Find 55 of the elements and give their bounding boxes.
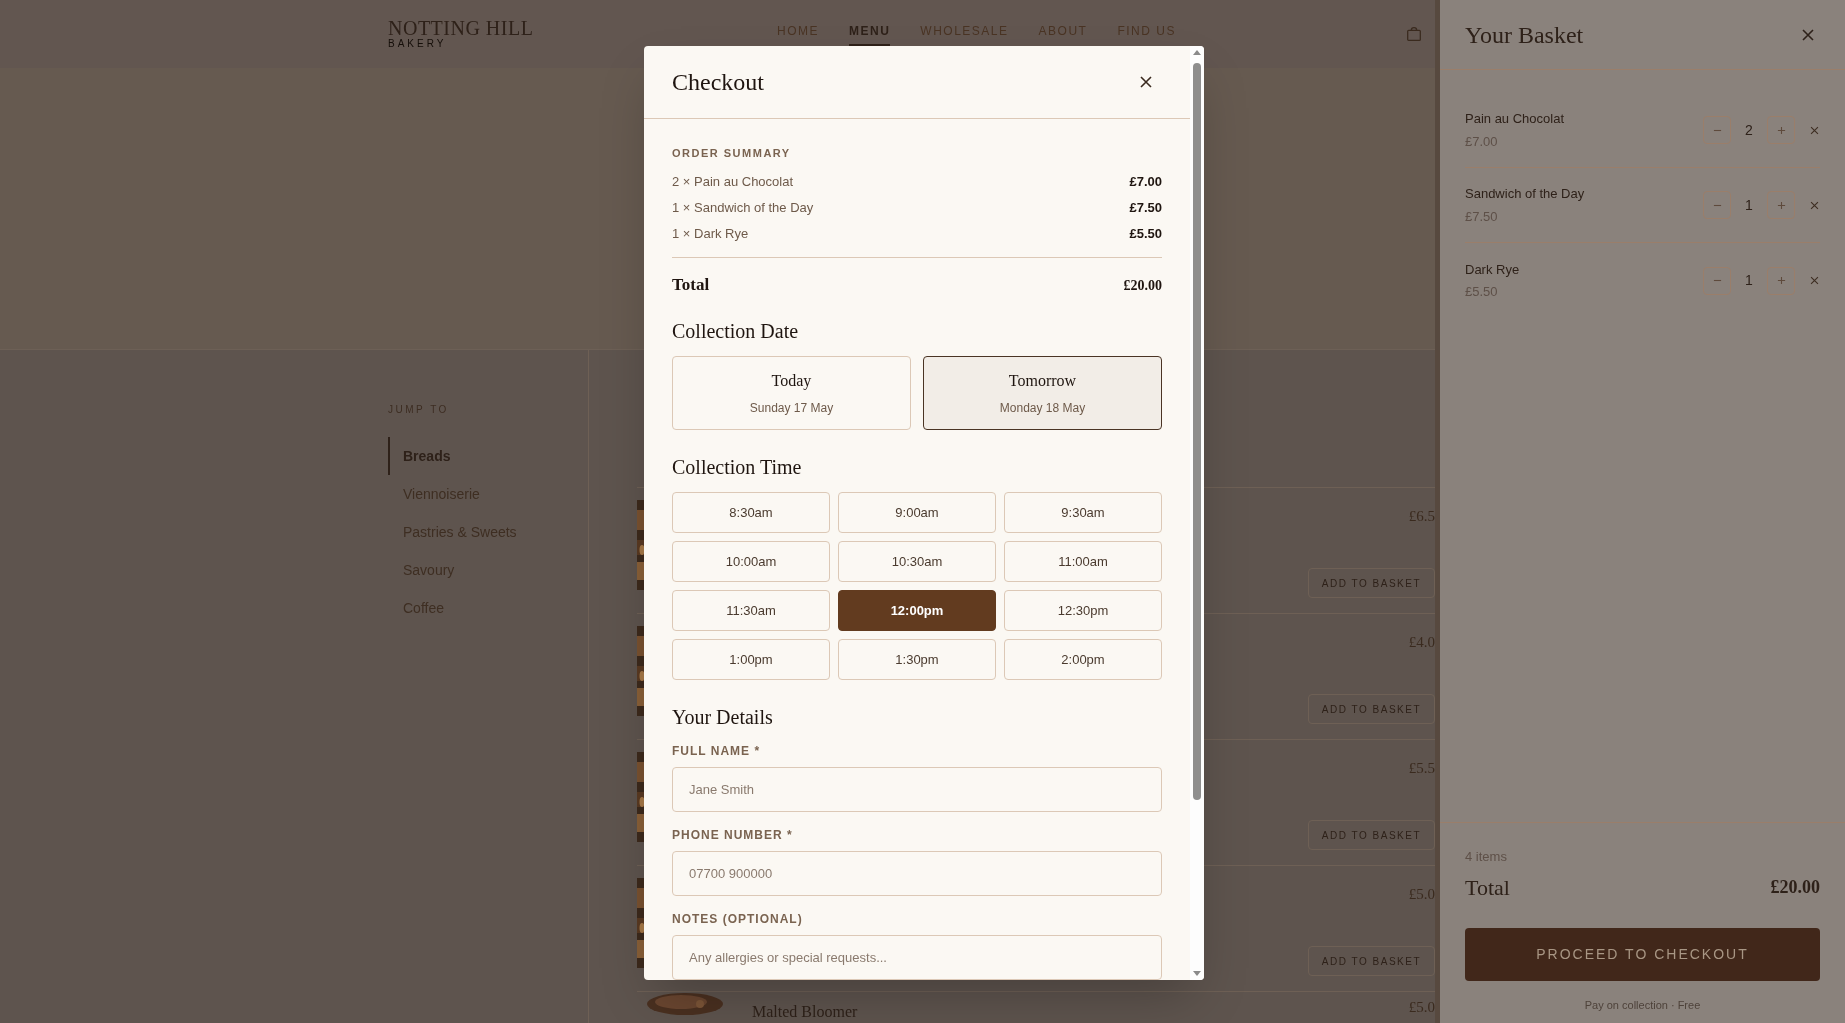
- time-slot[interactable]: 1:30pm: [838, 639, 996, 680]
- total-amount: £20.00: [1123, 276, 1162, 295]
- section-heading: Collection Time: [672, 455, 803, 480]
- time-slot[interactable]: 2:00pm: [1004, 639, 1162, 680]
- basket-item-name: Pain au Chocolat: [1465, 110, 1565, 128]
- date-option[interactable]: Tomorrow Monday 18 May: [923, 356, 1162, 430]
- basket-title: Your Basket: [1465, 20, 1584, 50]
- plus-icon: [1776, 200, 1786, 210]
- time-slot[interactable]: 12:00pm: [838, 590, 996, 631]
- field-label: PHONE NUMBER *: [672, 827, 794, 844]
- field-label: NOTES (OPTIONAL): [672, 911, 804, 928]
- remove-button[interactable]: [1809, 199, 1820, 211]
- time-slot[interactable]: 10:30am: [838, 541, 996, 582]
- input-field[interactable]: 07700 900000: [672, 851, 1162, 896]
- basket-item-name: Sandwich of the Day: [1465, 185, 1586, 203]
- time-slot[interactable]: 12:30pm: [1004, 590, 1162, 631]
- line-amount: £7.50: [1129, 199, 1162, 218]
- line-amount: £7.00: [1129, 173, 1162, 192]
- payment-note: Pay on collection · Free: [1583, 997, 1702, 1013]
- basket-item-name: Dark Rye: [1465, 260, 1521, 279]
- order-line: 1 × Sandwich of the Day: [672, 199, 814, 218]
- input-field[interactable]: Jane Smith: [672, 767, 1162, 812]
- field-label: FULL NAME *: [672, 743, 762, 760]
- dialog-title: Checkout: [672, 67, 764, 97]
- line-amount: £5.50: [1129, 225, 1162, 244]
- total-label: Total: [672, 274, 710, 297]
- scroll-up-icon[interactable]: [1193, 50, 1201, 55]
- brand-subtitle: BAKERY: [388, 37, 448, 51]
- time-slot[interactable]: 10:00am: [672, 541, 830, 582]
- section-heading: Collection Date: [672, 319, 800, 344]
- quantity: 2: [1744, 120, 1754, 140]
- quantity: 1: [1744, 271, 1754, 290]
- total-amount: £20.00: [1770, 875, 1820, 899]
- section-heading: ORDER SUMMARY: [672, 145, 792, 161]
- date-option[interactable]: Today Sunday 17 May: [672, 356, 911, 430]
- time-slot[interactable]: 11:00am: [1004, 541, 1162, 582]
- total-label: Total: [1465, 873, 1510, 902]
- order-line: 2 × Pain au Chocolat: [672, 173, 794, 192]
- basket-icon[interactable]: [1405, 25, 1423, 43]
- time-slot[interactable]: 11:30am: [672, 590, 830, 631]
- time-slot[interactable]: 9:00am: [838, 492, 996, 533]
- scrollbar[interactable]: [1190, 46, 1204, 980]
- time-slot[interactable]: 9:30am: [1004, 492, 1162, 533]
- quantity: 1: [1744, 195, 1754, 215]
- order-line: 1 × Dark Rye: [672, 225, 749, 244]
- time-slot[interactable]: 1:00pm: [672, 639, 830, 680]
- checkout-button[interactable]: PROCEED TO CHECKOUT: [1465, 927, 1820, 981]
- plus-icon: [1776, 125, 1786, 135]
- remove-button[interactable]: [1809, 275, 1820, 286]
- scroll-down-icon[interactable]: [1193, 971, 1201, 976]
- time-slot[interactable]: 8:30am: [672, 492, 830, 533]
- section-heading: Your Details: [672, 705, 774, 730]
- plus-icon: [1776, 276, 1786, 285]
- remove-button[interactable]: [1809, 124, 1820, 136]
- input-field[interactable]: Any allergies or special requests...: [672, 935, 1162, 980]
